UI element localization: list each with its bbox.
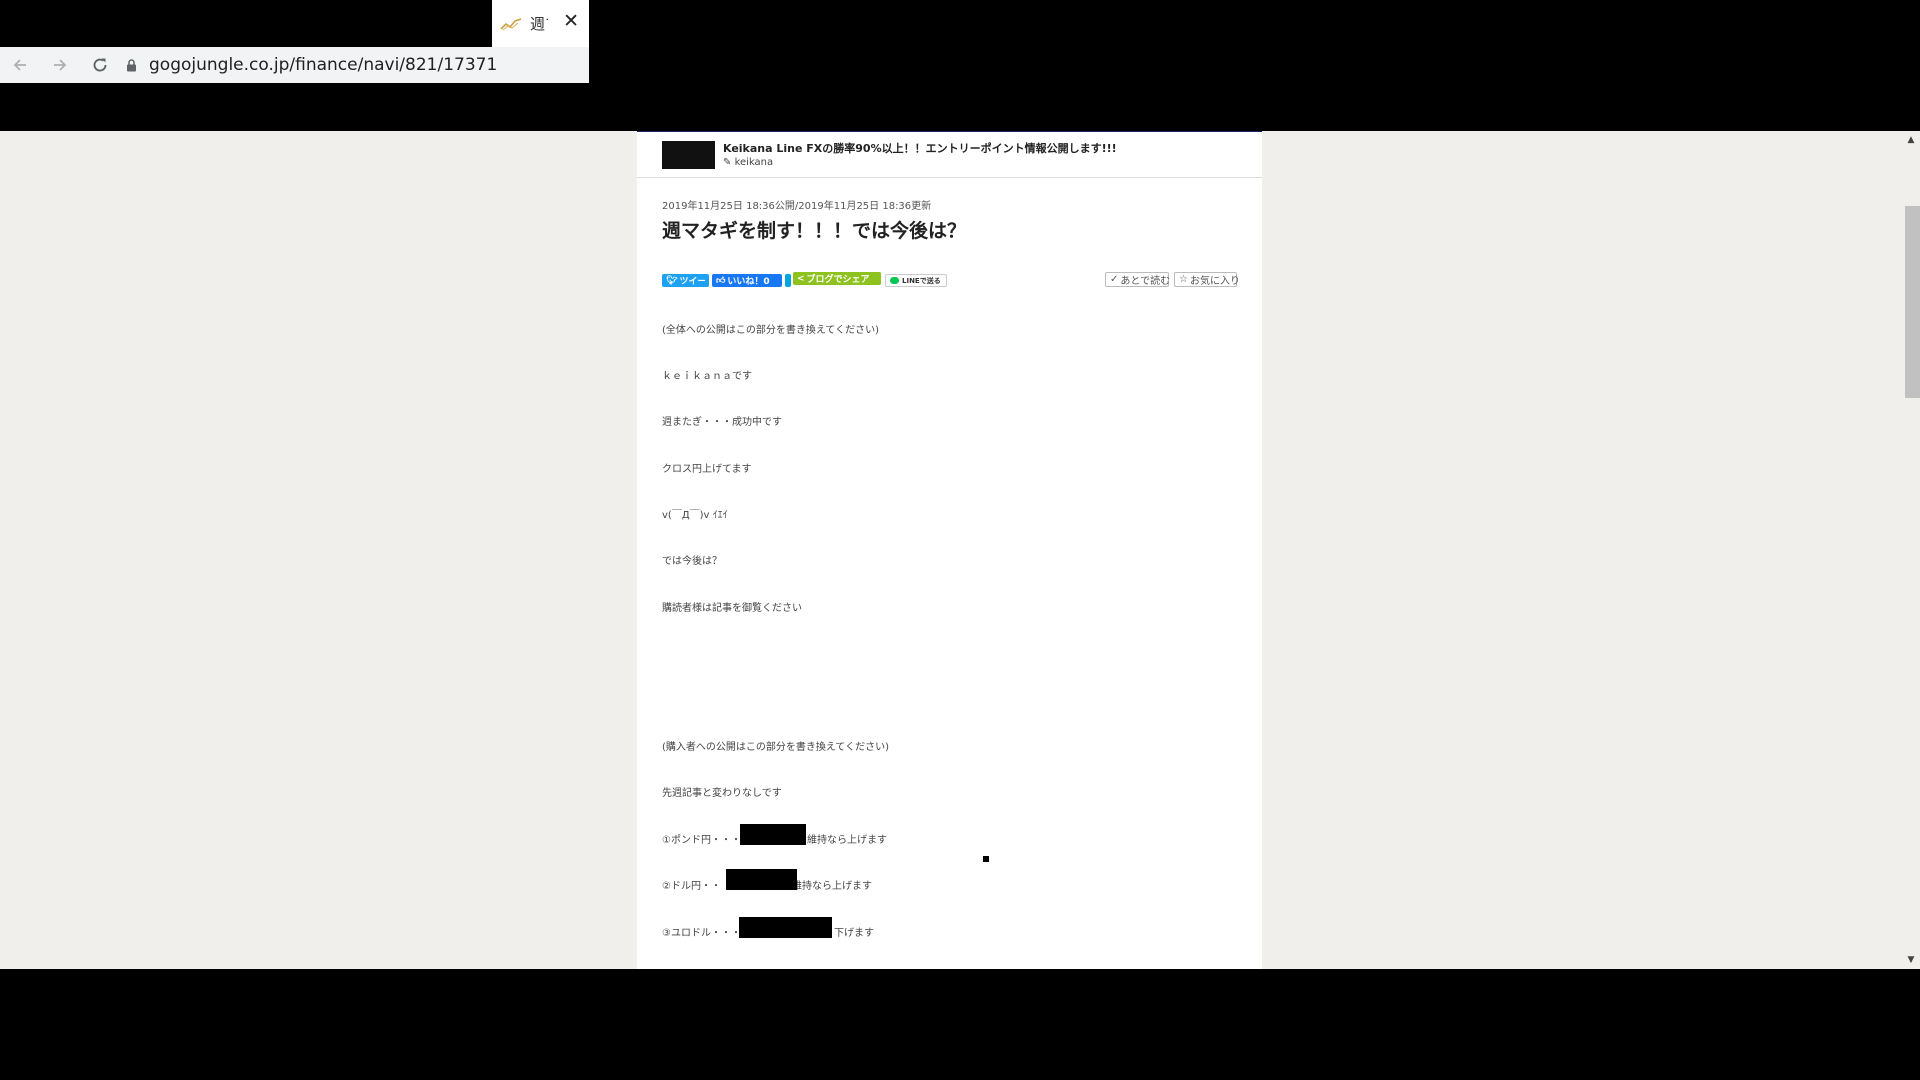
list-item: ③ユロドル・・・ 下げます: [662, 917, 874, 939]
article-container: Keikana Line FXの勝率90%以上！！エントリーポイント情報公開しま…: [637, 131, 1262, 969]
tweet-button[interactable]: 🐦︎ ツイート: [662, 274, 709, 287]
item-suffix: 維持なら上げます: [791, 881, 872, 892]
reload-icon: [93, 58, 107, 72]
scroll-up-icon[interactable]: ▲: [1902, 133, 1920, 147]
arrow-right-icon: [54, 59, 67, 71]
scroll-down-icon[interactable]: ▼: [1902, 953, 1920, 967]
shop-thumbnail[interactable]: [662, 141, 715, 169]
back-button[interactable]: [0, 47, 40, 83]
list-item: ②ドル円・・ 維持なら上げます: [662, 869, 872, 892]
paragraph: 週またぎ・・・成功中です: [662, 417, 782, 428]
paragraph: では今後は？: [662, 556, 722, 567]
header-topline: [637, 131, 1262, 132]
tweet-label: ツイート: [679, 277, 705, 287]
line-label: LINEで送る: [902, 276, 941, 285]
url-text: gogojungle.co.jp/finance/navi/821/17371: [149, 55, 498, 75]
redacted-block: [740, 824, 806, 845]
paragraph: 先週記事と変わりなしです: [662, 788, 782, 799]
browser-tab[interactable]: 週マ ✕: [492, 0, 589, 47]
scrollbar-thumb[interactable]: [1905, 206, 1920, 398]
address-bar[interactable]: gogojungle.co.jp/finance/navi/821/17371: [126, 55, 497, 75]
blog-share-button[interactable]: < ブログでシェア: [793, 272, 881, 285]
edit-icon: ✎: [723, 157, 732, 168]
hatena-bookmark-button[interactable]: [785, 274, 791, 287]
cursor-marker: [983, 856, 989, 862]
shop-title[interactable]: Keikana Line FXの勝率90%以上！！エントリーポイント情報公開しま…: [723, 140, 1117, 156]
forward-button[interactable]: [40, 47, 80, 83]
like-label: いいね！0: [727, 277, 770, 287]
share-icon: <: [797, 273, 805, 284]
arrow-left-icon: [13, 59, 26, 71]
paragraph: (購入者への公開はこの部分を書き換えてください): [662, 742, 890, 753]
check-icon: ✓: [1110, 274, 1119, 285]
shop-header: Keikana Line FXの勝率90%以上！！エントリーポイント情報公開しま…: [637, 131, 1262, 178]
paragraph: ｋｅｉｋａｎａです: [662, 371, 752, 382]
star-icon: ☆: [1179, 274, 1188, 285]
paragraph: クロス円上げてます: [662, 464, 752, 475]
page-title: 週マタギを制す！！！では今後は？: [662, 220, 967, 242]
item-suffix: 維持なら上げます: [806, 835, 887, 846]
paragraph: (全体への公開はこの部分を書き換えてください): [662, 325, 880, 336]
thumbs-up-icon: 👍︎: [716, 275, 726, 286]
like-button[interactable]: 👍︎ いいね！0: [712, 274, 782, 287]
page-viewport: Keikana Line FXの勝率90%以上！！エントリーポイント情報公開しま…: [0, 131, 1920, 969]
redacted-block: [739, 917, 832, 938]
redacted-block: [726, 869, 797, 890]
tab-title: 週マ: [530, 15, 548, 33]
paragraph: v(￣Д￣)v ｲｴｲ: [662, 510, 728, 521]
read-later-button[interactable]: ✓ あとで読む: [1105, 272, 1171, 287]
browser-toolbar: gogojungle.co.jp/finance/navi/821/17371: [0, 47, 589, 83]
vertical-scrollbar[interactable]: ▲ ▼: [1902, 131, 1920, 969]
author-name: keikana: [734, 157, 774, 168]
blog-share-label: ブログでシェア: [806, 275, 870, 285]
shop-author[interactable]: ✎ keikana: [723, 157, 773, 168]
close-icon[interactable]: ✕: [563, 11, 579, 31]
line-send-button[interactable]: LINEで送る: [885, 274, 947, 287]
item-suffix: 下げます: [833, 928, 874, 939]
publish-date: 2019年11月25日 18:36公開/2019年11月25日 18:36更新: [662, 201, 932, 212]
item-prefix: ①ポンド円・・・: [662, 835, 741, 846]
paragraph: 購読者様は記事を御覧ください: [662, 603, 802, 614]
lock-icon: [127, 58, 136, 71]
item-prefix: ③ユロドル・・・: [662, 928, 741, 939]
favorite-label: お気に入り: [1189, 276, 1240, 287]
read-later-label: あとで読む: [1120, 276, 1171, 287]
reload-button[interactable]: [80, 47, 120, 83]
favorite-button[interactable]: ☆ お気に入り: [1174, 272, 1240, 287]
twitter-bird-icon: 🐦︎: [666, 275, 678, 286]
list-item: ①ポンド円・・・ 維持なら上げます: [662, 824, 887, 846]
site-favicon-icon: [500, 17, 522, 30]
line-logo-icon: [890, 277, 899, 284]
item-prefix: ②ドル円・・: [662, 881, 721, 892]
